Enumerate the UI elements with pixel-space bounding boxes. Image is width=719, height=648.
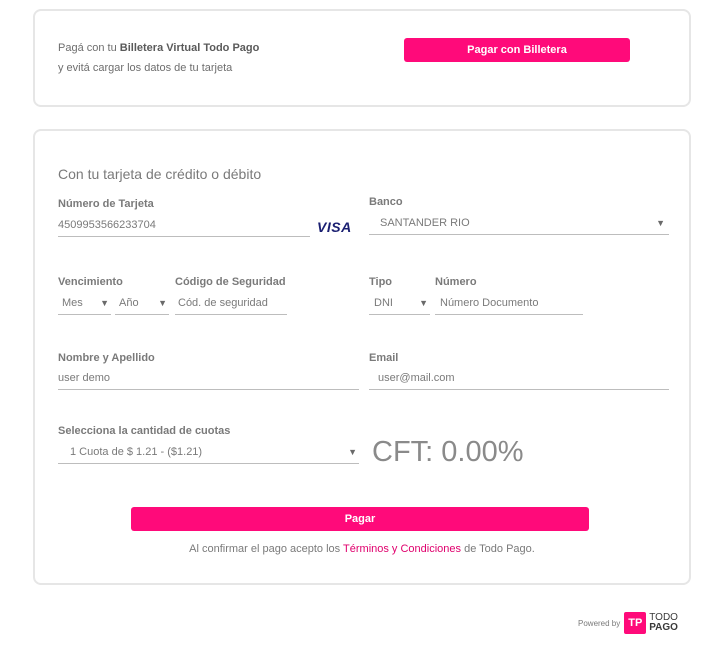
doc-type-dropdown-arrow-icon: ▼ — [419, 298, 428, 308]
expiry-year-select[interactable]: Año ▼ — [115, 293, 169, 315]
wallet-text-bold: Billetera Virtual Todo Pago — [119, 42, 260, 54]
powered-by-footer: Powered by TP TODO PAGO — [578, 611, 678, 635]
security-code-placeholder: Cód. de seguridad — [178, 297, 268, 309]
card-number-input[interactable]: 4509953566233704 — [58, 215, 310, 237]
wallet-description: Pagá con tu Billetera Virtual Todo Pago … — [58, 38, 259, 78]
bank-dropdown-arrow-icon: ▼ — [656, 218, 665, 228]
expiry-month-value: Mes — [62, 297, 83, 309]
cft-rate: CFT: 0.00% — [372, 436, 524, 468]
card-number-value: 4509953566233704 — [58, 219, 156, 231]
bank-value: SANTANDER RIO — [380, 217, 470, 229]
bank-label: Banco — [369, 196, 403, 208]
month-dropdown-arrow-icon: ▼ — [100, 298, 109, 308]
email-value: user@mail.com — [378, 372, 455, 384]
todo-pago-wordmark: TODO PAGO — [649, 613, 678, 633]
pay-with-wallet-button[interactable]: Pagar con Billetera — [404, 38, 630, 62]
expiry-year-value: Año — [119, 297, 139, 309]
security-code-input[interactable]: Cód. de seguridad — [175, 293, 287, 315]
logo-word-pago: PAGO — [649, 622, 678, 633]
terms-prefix: Al confirmar el pago acepto los — [189, 543, 341, 555]
wallet-text-line2: y evitá cargar los datos de tu tarjeta — [58, 62, 233, 74]
doc-number-input[interactable]: Número Documento — [435, 293, 583, 315]
name-value: user demo — [58, 372, 110, 384]
installments-select[interactable]: 1 Cuota de $ 1.21 - ($1.21) ▼ — [58, 442, 359, 464]
terms-link[interactable]: Términos y Condiciones — [343, 543, 461, 555]
installments-value: 1 Cuota de $ 1.21 - ($1.21) — [70, 446, 203, 458]
card-number-label: Número de Tarjeta — [58, 198, 154, 210]
installments-dropdown-arrow-icon: ▼ — [348, 447, 357, 457]
year-dropdown-arrow-icon: ▼ — [158, 298, 167, 308]
wallet-card: Pagá con tu Billetera Virtual Todo Pago … — [33, 9, 691, 107]
card-payment-form: Con tu tarjeta de crédito o débito Númer… — [33, 129, 691, 585]
expiry-label: Vencimiento — [58, 276, 123, 288]
email-label: Email — [369, 352, 399, 364]
email-input[interactable]: user@mail.com — [369, 368, 669, 390]
expiry-month-select[interactable]: Mes ▼ — [58, 293, 111, 315]
terms-suffix: de Todo Pago. — [464, 543, 535, 555]
visa-logo-icon: VISA — [317, 219, 352, 235]
pay-button[interactable]: Pagar — [131, 507, 589, 531]
wallet-text-prefix: Pagá con tu — [58, 42, 117, 54]
name-input[interactable]: user demo — [58, 368, 359, 390]
form-title: Con tu tarjeta de crédito o débito — [58, 166, 262, 182]
security-code-label: Código de Seguridad — [175, 276, 286, 288]
name-label: Nombre y Apellido — [58, 352, 155, 364]
powered-by-text: Powered by — [578, 618, 621, 628]
doc-type-select[interactable]: DNI ▼ — [369, 293, 430, 315]
doc-number-placeholder: Número Documento — [440, 297, 539, 309]
terms-text: Al confirmar el pago acepto los Términos… — [35, 543, 689, 555]
installments-label: Selecciona la cantidad de cuotas — [58, 425, 231, 437]
doc-number-label: Número — [435, 276, 477, 288]
doc-type-label: Tipo — [369, 276, 393, 288]
doc-type-value: DNI — [374, 297, 393, 309]
bank-select[interactable]: SANTANDER RIO ▼ — [369, 213, 669, 235]
todo-pago-logo-icon: TP — [624, 612, 647, 634]
